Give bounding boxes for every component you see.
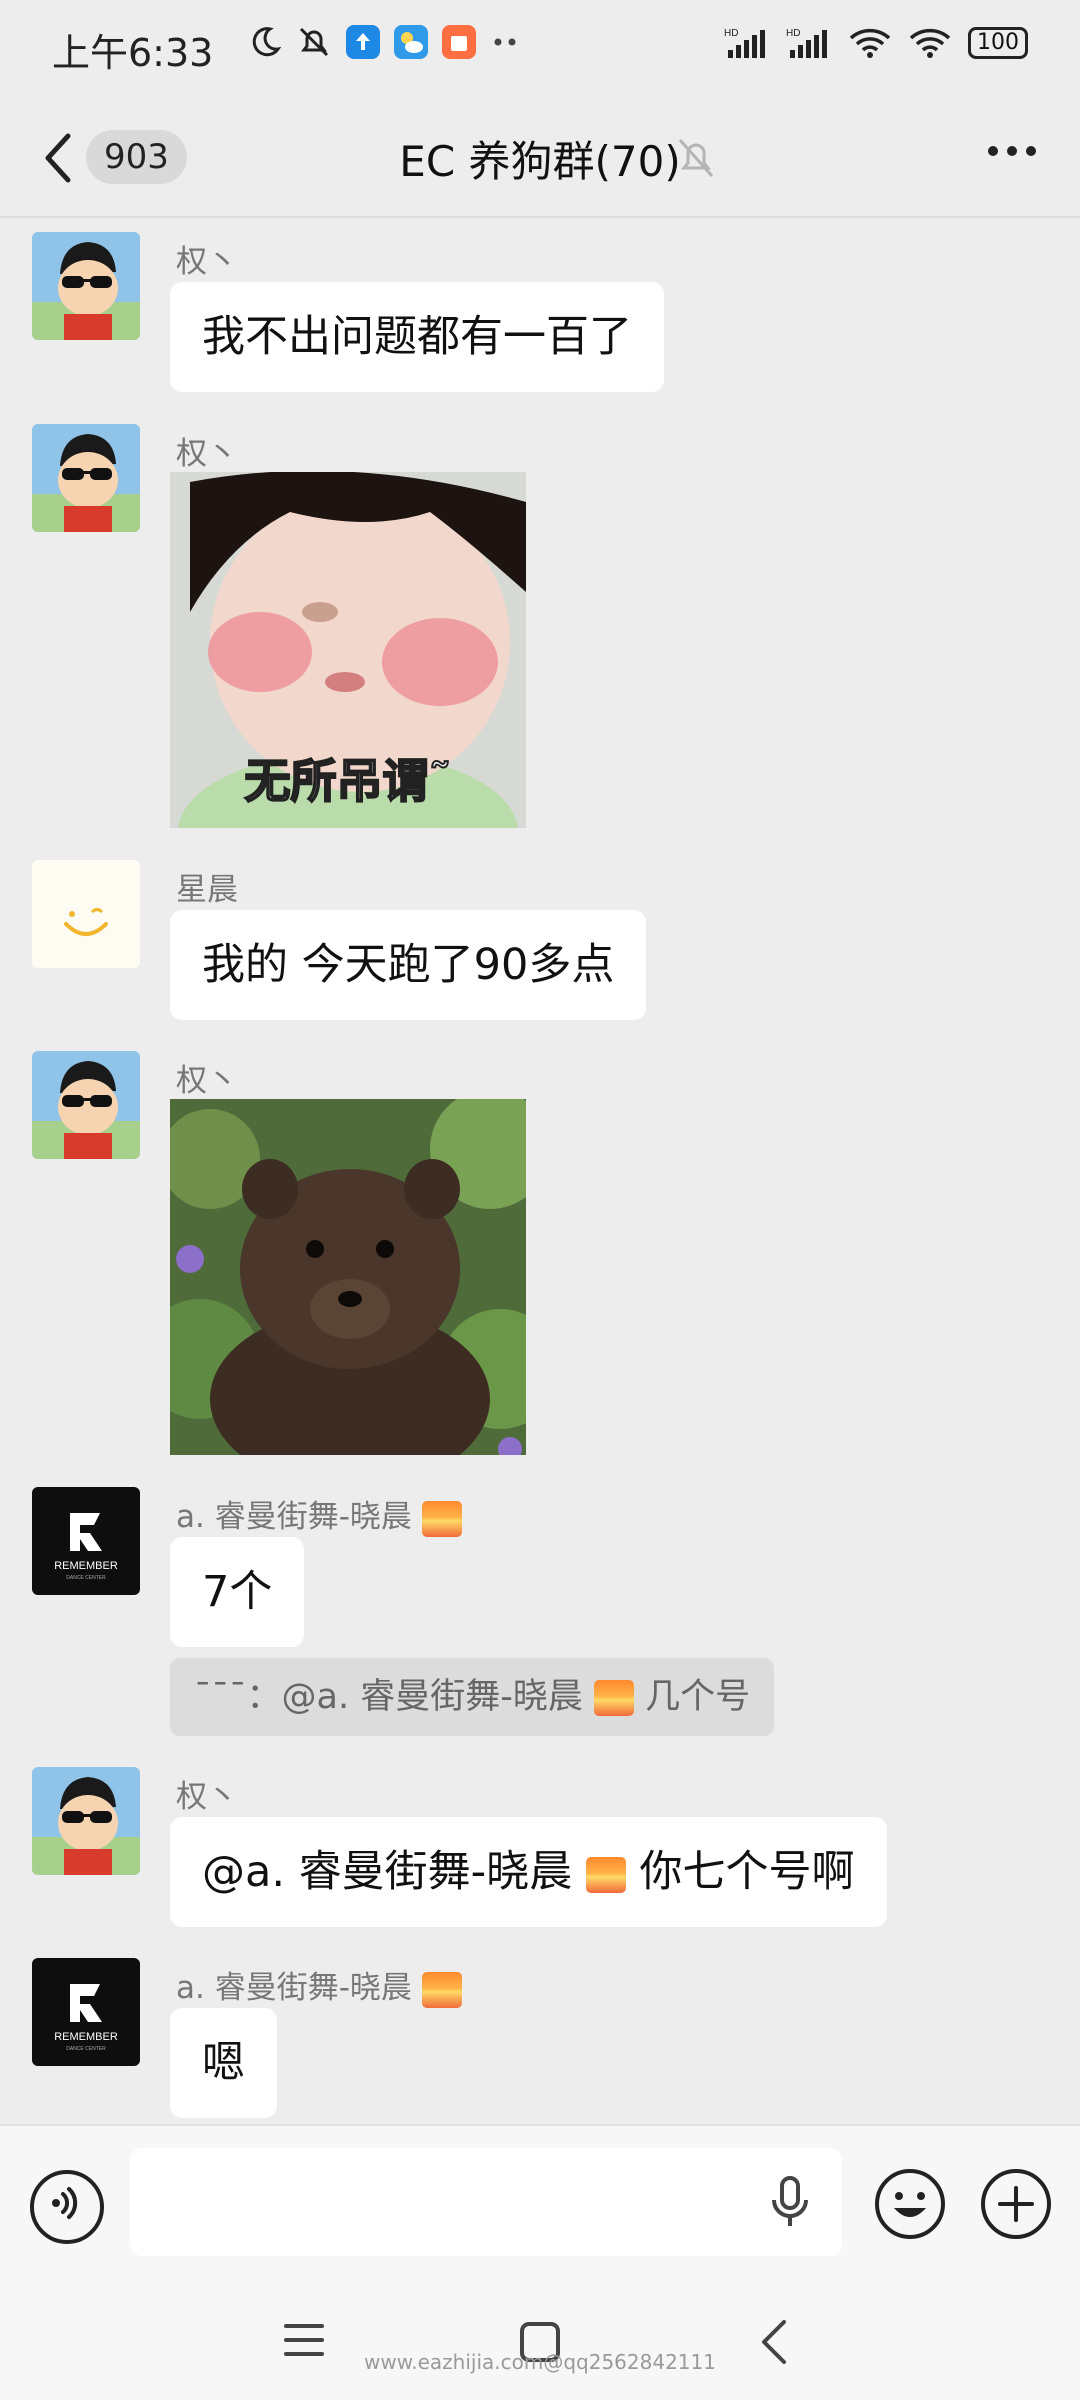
voice-mode-button[interactable] (30, 2170, 104, 2244)
signal-icon: HD (724, 28, 765, 58)
plus-icon[interactable] (978, 2166, 1054, 2242)
message-bubble[interactable]: 我的 今天跑了90多点 (170, 910, 647, 1020)
message-bubble[interactable]: @a. 睿曼街舞-晓晨 你七个号啊 (170, 1817, 887, 1927)
quoted-reply[interactable]: ˉˉˉ：@a. 睿曼街舞-晓晨 几个号 (170, 1658, 775, 1736)
avatar-remember[interactable]: REMEMBER DANCE CENTER (32, 1958, 140, 2066)
emoji-icon[interactable] (872, 2166, 948, 2242)
sunrise-emoji-icon (421, 1500, 462, 1537)
avatar-xingchen[interactable] (32, 860, 140, 968)
sticker-image[interactable]: 无所吊谓˜ (170, 472, 526, 828)
status-bar: 上午6:33 HD HD 100 (0, 0, 1080, 100)
chat-title: EC 养狗群(70) (399, 137, 681, 186)
chat-header: 903 EC 养狗群(70) (0, 100, 1080, 216)
battery-indicator: 100 (968, 27, 1028, 59)
sunrise-emoji-icon (421, 1971, 462, 2008)
status-time: 上午6:33 (52, 31, 214, 75)
svg-text:DANCE CENTER: DANCE CENTER (66, 1575, 106, 1581)
header-divider (0, 216, 1080, 218)
sender-name: a. 睿曼街舞-晓晨 (176, 1491, 462, 1537)
svg-text:REMEMBER: REMEMBER (54, 2031, 118, 2043)
mute-notification-icon (299, 27, 329, 57)
avatar-quan[interactable] (32, 1767, 140, 1875)
message-bubble[interactable]: 嗯 (170, 2008, 277, 2118)
svg-text:REMEMBER: REMEMBER (54, 1560, 118, 1572)
avatar-quan[interactable] (32, 424, 140, 532)
avatar-quan[interactable] (32, 1051, 140, 1159)
sunrise-emoji-icon (585, 1856, 626, 1893)
svg-text:DANCE CENTER: DANCE CENTER (66, 2046, 106, 2052)
upload-app-icon (346, 25, 380, 59)
message-input[interactable] (130, 2148, 842, 2256)
moon-icon (252, 27, 282, 57)
sunrise-emoji-icon (593, 1680, 634, 1716)
sender-name: 权丶 (176, 1779, 238, 1815)
more-notifications-icon (494, 38, 516, 46)
sticker-caption: 无所吊谓˜ (245, 754, 452, 808)
status-notification-icons (248, 24, 520, 60)
sender-name: a. 睿曼街舞-晓晨 (176, 1962, 462, 2008)
system-navigation-bar (0, 2276, 1080, 2400)
sender-name: 权丶 (176, 436, 238, 472)
more-options-icon[interactable] (988, 146, 1036, 156)
avatar-quan[interactable] (32, 232, 140, 340)
message-bubble[interactable]: 7个 (170, 1537, 305, 1647)
weather-app-icon (394, 25, 428, 59)
sender-name: 权丶 (176, 1063, 238, 1099)
sender-name: 星晨 (176, 872, 238, 908)
status-system-icons: HD HD 100 (724, 26, 1028, 60)
signal-icon-2: HD (786, 28, 827, 58)
sender-name: 权丶 (176, 244, 238, 280)
voice-wave-icon (52, 2187, 78, 2219)
muted-bell-icon (678, 139, 714, 177)
watermark-text: www.eazhijia.com@qq2562842111 (364, 2350, 716, 2374)
wifi-6-icon (909, 28, 951, 58)
wifi-icon (849, 28, 891, 58)
microphone-icon[interactable] (770, 2176, 810, 2228)
chat-input-bar (0, 2124, 1080, 2278)
sticker-image[interactable] (170, 1099, 526, 1455)
svg-text:HD: HD (724, 28, 738, 39)
shop-app-icon (442, 25, 476, 59)
avatar-remember[interactable]: REMEMBER DANCE CENTER (32, 1487, 140, 1595)
svg-text:HD: HD (786, 28, 800, 39)
message-bubble[interactable]: 我不出问题都有一百了 (170, 282, 664, 392)
